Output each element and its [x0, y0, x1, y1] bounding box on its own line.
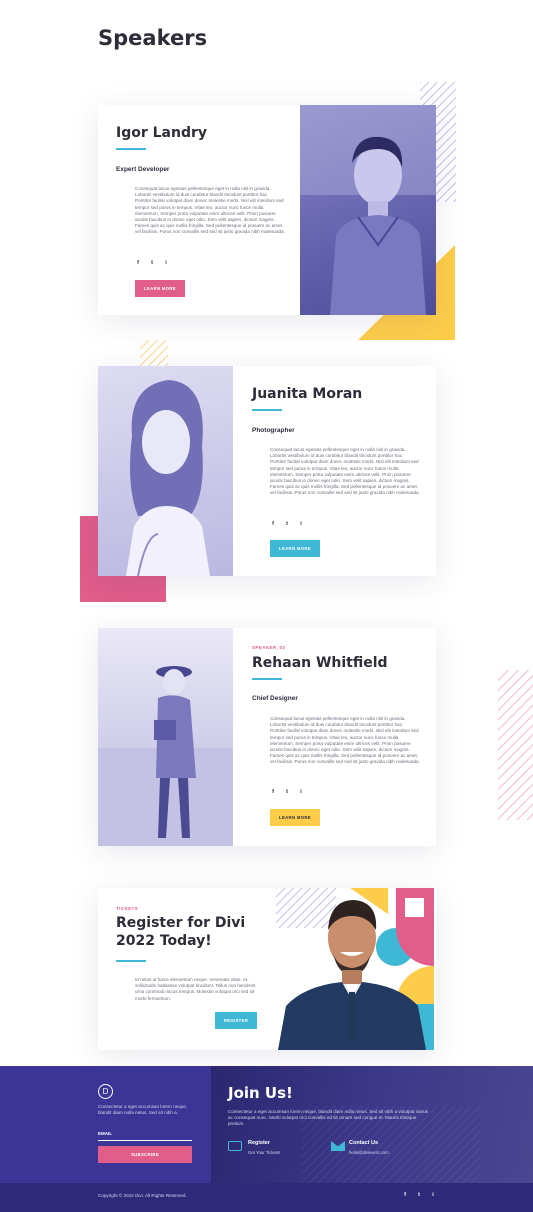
speaker-bio: Consequat lacus egestas pellentesque ege…	[270, 716, 420, 765]
footer-social-links: f t i	[402, 1192, 436, 1198]
twitter-icon[interactable]: t	[284, 521, 290, 527]
footer-right: Join Us! Consectetur a eget accumsan lor…	[211, 1066, 533, 1183]
person-illustration	[126, 380, 210, 576]
learn-more-button[interactable]: LEARN MORE	[270, 540, 320, 557]
twitter-icon[interactable]: t	[416, 1192, 422, 1198]
facebook-icon[interactable]: f	[135, 260, 141, 266]
facebook-icon[interactable]: f	[402, 1192, 408, 1198]
register-title: Register	[248, 1140, 271, 1146]
logo-letter: D	[102, 1087, 109, 1096]
speaker-card-2: Juanita Moran Photographer Consequat lac…	[98, 366, 436, 576]
facebook-icon[interactable]: f	[270, 789, 276, 795]
tickets-card: TICKETS Register for Divi 2022 Today! Id…	[98, 888, 436, 1050]
name-underline	[252, 678, 282, 680]
tickets-title-line2: 2022 Today!	[116, 933, 212, 949]
name-underline	[252, 409, 282, 411]
footer-left: D Consectetur a eget accumsan lorem nequ…	[0, 1066, 211, 1183]
join-text: Consectetur a eget accumsan lorem neque,…	[228, 1109, 428, 1127]
speaker-photo	[98, 628, 233, 846]
page-title: Speakers	[98, 26, 208, 50]
decor-hatch	[140, 340, 168, 368]
speaker-bio: Consequat lacus egestas pellentesque ege…	[270, 447, 420, 496]
speaker-photo	[98, 366, 233, 576]
title-underline	[116, 960, 146, 962]
instagram-icon[interactable]: i	[430, 1192, 436, 1198]
newsletter-text: Consectetur a eget accumsan lorem neque,…	[98, 1104, 188, 1116]
speaker-role: Chief Designer	[252, 695, 298, 702]
register-button[interactable]: REGISTER	[215, 1012, 257, 1029]
tickets-title-line1: Register for Divi	[116, 915, 246, 931]
speaker-tag: SPEAKER_03	[252, 645, 286, 650]
contact-email[interactable]: hello@divievent.com	[349, 1150, 389, 1155]
person-illustration	[278, 900, 426, 1050]
join-title: Join Us!	[228, 1084, 293, 1102]
instagram-icon[interactable]: i	[298, 789, 304, 795]
speaker-card-3: SPEAKER_03 Rehaan Whitfield Chief Design…	[98, 628, 436, 846]
speaker-name: Juanita Moran	[252, 386, 363, 402]
twitter-icon[interactable]: t	[284, 789, 290, 795]
twitter-icon[interactable]: t	[149, 260, 155, 266]
speaker-role: Expert Developer	[116, 166, 170, 173]
speaker-bio: Consequat lacus egestas pellentesque ege…	[135, 186, 285, 235]
register-sub: Get Your Tickets!	[248, 1150, 281, 1155]
name-underline	[116, 148, 146, 150]
copyright: Copyright © 2022 Divi. All Rights Reserv…	[98, 1193, 187, 1198]
social-links: f t i	[270, 521, 304, 527]
email-label: EMAIL	[98, 1131, 112, 1136]
contact-title: Contact Us	[349, 1140, 379, 1146]
ticket-icon	[228, 1141, 242, 1151]
speaker-card-1: Igor Landry Expert Developer Consequat l…	[98, 105, 436, 315]
divi-logo: D	[98, 1084, 113, 1099]
person-illustration	[300, 105, 436, 315]
email-field[interactable]	[98, 1140, 192, 1141]
social-links: f t i	[270, 789, 304, 795]
social-links: f t i	[135, 260, 169, 266]
person-illustration	[98, 666, 233, 846]
tickets-artwork	[276, 888, 436, 1050]
bottom-bar: Copyright © 2022 Divi. All Rights Reserv…	[0, 1183, 533, 1212]
instagram-icon[interactable]: i	[163, 260, 169, 266]
facebook-icon[interactable]: f	[270, 521, 276, 527]
instagram-icon[interactable]: i	[298, 521, 304, 527]
speaker-photo	[300, 105, 436, 315]
tickets-tag: TICKETS	[116, 906, 139, 911]
speaker-name: Igor Landry	[116, 125, 208, 141]
decor-hatch	[498, 670, 533, 820]
learn-more-button[interactable]: LEARN MORE	[135, 280, 185, 297]
speaker-name: Rehaan Whitfield	[252, 655, 388, 671]
speaker-role: Photographer	[252, 427, 295, 434]
tickets-text: Id netus ut fusce elementum neque. Venen…	[135, 977, 256, 1001]
subscribe-button[interactable]: SUBSCRIBE	[98, 1146, 192, 1163]
learn-more-button[interactable]: LEARN MORE	[270, 809, 320, 826]
